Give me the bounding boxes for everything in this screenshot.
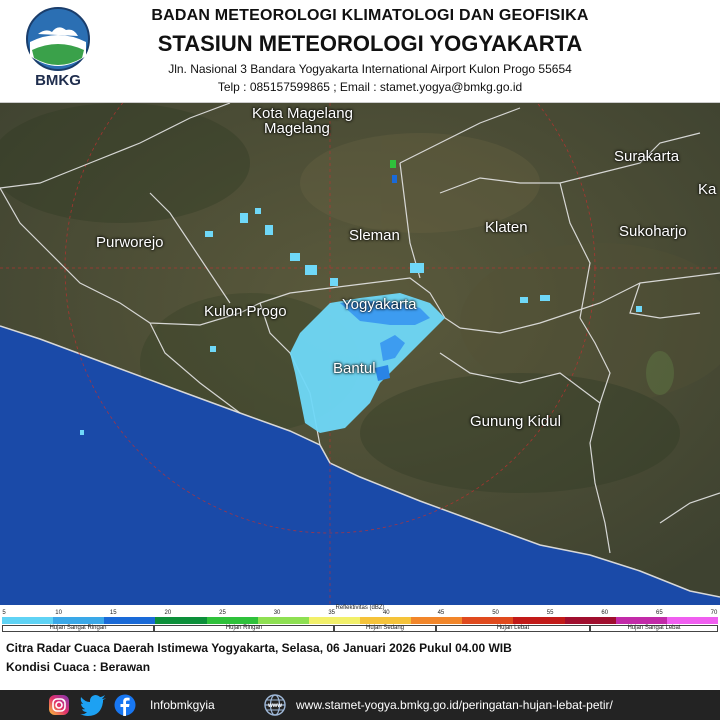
city-label-kulon-progo: Kulon Progo — [204, 303, 287, 320]
city-label-sukoharjo: Sukoharjo — [619, 223, 687, 240]
caption-datetime: Citra Radar Cuaca Daerah Istimewa Yogyak… — [6, 641, 512, 655]
legend-tick-label: 40 — [382, 610, 390, 616]
legend-tick-label: 55 — [546, 610, 554, 616]
legend-category-1: Hujan Ringan — [154, 625, 334, 632]
legend-color-segment — [564, 617, 616, 624]
address: Jln. Nasional 3 Bandara Yogyakarta Inter… — [168, 62, 572, 76]
legend-color-segment — [513, 617, 565, 624]
instagram-icon[interactable] — [48, 694, 70, 716]
contact-info: Telp : 085157599865 ; Email : stamet.yog… — [217, 80, 523, 94]
legend-tick-label: 5 — [2, 610, 6, 616]
header: BMKG BADAN METEOROLOGI KLIMATOLOGI DAN G… — [0, 0, 720, 103]
bmkg-logo: BMKG — [22, 6, 94, 98]
city-label-gunung-kidul: Gunung Kidul — [470, 413, 561, 430]
bmkg-logo-emblem — [26, 7, 90, 71]
globe-icon[interactable]: www — [262, 694, 288, 716]
caption: Citra Radar Cuaca Daerah Istimewa Yogyak… — [0, 633, 720, 690]
map-graphic — [0, 103, 720, 605]
legend-category-0: Hujan Sangat Ringan — [2, 625, 154, 632]
reflectivity-legend: Reflektivitas (dBZ) 5 10 15 20 25 30 35 40 45 50 5… — [0, 605, 720, 633]
legend-tick-label: 65 — [656, 610, 663, 616]
legend-color-segment — [615, 617, 667, 624]
legend-tick-label: 10 — [55, 610, 62, 616]
legend-color-bar — [2, 617, 718, 624]
legend-color-segment — [104, 617, 156, 624]
social-handle[interactable]: Infobmkgyia — [150, 698, 215, 712]
legend-tick-label: 20 — [164, 610, 172, 616]
legend-tick-label: 45 — [437, 610, 445, 616]
legend-color-segment — [53, 617, 105, 624]
radar-map: Kota Magelang Magelang Surakarta Ka Purw… — [0, 103, 720, 605]
city-label-surakarta: Surakarta — [614, 148, 680, 165]
legend-color-segment — [206, 617, 258, 624]
legend-color-segment — [257, 617, 309, 624]
station-name: STASIUN METEOROLOGI YOGYAKARTA — [157, 31, 583, 56]
legend-color-segment — [155, 617, 207, 624]
legend-category-3: Hujan Lebat — [436, 625, 590, 632]
legend-tick-label: 15 — [109, 610, 117, 616]
facebook-icon[interactable] — [114, 694, 136, 716]
legend-color-segment — [2, 617, 54, 624]
city-label-magelang: Magelang — [264, 120, 330, 137]
logo-text: BMKG — [35, 72, 81, 89]
city-label-bantul: Bantul — [333, 360, 376, 377]
twitter-icon[interactable] — [80, 694, 108, 716]
legend-tick-label: 50 — [492, 610, 499, 616]
legend-tick-label: 30 — [273, 610, 281, 616]
legend-tick-label: 70 — [710, 610, 718, 616]
city-label-purworejo: Purworejo — [96, 234, 164, 251]
city-label-klaten: Klaten — [485, 219, 528, 236]
legend-color-segment — [411, 617, 463, 624]
website-link[interactable]: www.stamet-yogya.bmkg.go.id/peringatan-h… — [296, 698, 613, 712]
agency-name: BADAN METEOROLOGI KLIMATOLOGI DAN GEOFIS… — [151, 7, 589, 24]
legend-category-4: Hujan Sangat Lebat — [590, 625, 718, 632]
legend-tick-label: 35 — [328, 610, 336, 616]
city-label-yogyakarta: Yogyakarta — [342, 296, 417, 313]
svg-text:www: www — [267, 703, 282, 709]
legend-color-segment — [359, 617, 412, 624]
caption-weather-condition: Kondisi Cuaca : Berawan — [6, 660, 151, 674]
legend-color-segment — [462, 617, 514, 624]
legend-tick-label: 60 — [601, 610, 609, 616]
city-label-sleman: Sleman — [349, 227, 400, 244]
legend-category-2: Hujan Sedang — [334, 625, 436, 632]
legend-title: Reflektivitas (dBZ) — [335, 605, 385, 611]
footer: Infobmkgyia www www.stamet-yogya.bmkg.go… — [0, 690, 720, 720]
city-label-karanganyar: Ka — [698, 181, 717, 198]
legend-color-segment — [666, 617, 718, 624]
legend-color-segment — [308, 617, 360, 624]
legend-tick-label: 25 — [219, 610, 226, 616]
